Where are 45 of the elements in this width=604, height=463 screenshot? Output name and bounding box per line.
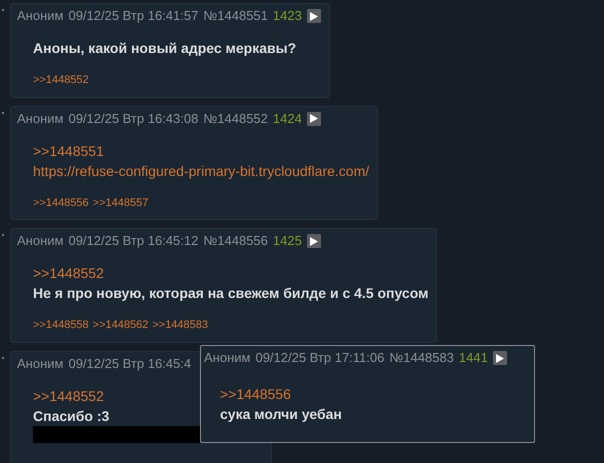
post-date: 09/12/25 Втр 16:45:12 — [68, 232, 198, 250]
post-text: Не я про новую, которая на свежем билде и с 4.5 опусом — [33, 284, 428, 303]
post-date: 09/12/25 Втр 17:11:06 — [255, 349, 384, 367]
backlink[interactable]: >>1448558 — [33, 317, 89, 334]
post-menu-button[interactable] — [306, 234, 321, 248]
post-menu-button[interactable] — [306, 112, 321, 126]
backlink[interactable]: >>1448562 — [92, 317, 148, 334]
post-date: 09/12/25 Втр 16:43:08 — [68, 110, 198, 128]
post-date: 09/12/25 Втр 16:45:4 — [68, 354, 192, 373]
poster-name: Аноним — [17, 232, 64, 250]
post-text: Аноны, какой новый адрес меркавы? — [33, 39, 296, 58]
url-link[interactable]: https://refuse-configured-primary-bit.trycloudflare.com/ — [33, 160, 370, 180]
post-count: 1425 — [272, 232, 302, 250]
post-number[interactable]: №1448583 — [389, 348, 454, 368]
poster-name: Аноним — [204, 349, 250, 367]
play-icon — [310, 114, 318, 123]
reply-link[interactable]: >>1448552 — [33, 386, 104, 406]
poster-name: Аноним — [17, 110, 64, 128]
post-marker — [2, 356, 4, 358]
play-icon — [496, 354, 504, 362]
post-marker — [2, 112, 4, 114]
post-number[interactable]: №1448552 — [203, 108, 268, 128]
post-text: сука молчи уебан — [220, 405, 342, 424]
poster-name: Аноним — [17, 354, 64, 372]
post-number[interactable]: №1448556 — [203, 231, 268, 251]
backlink[interactable]: >>1448552 — [33, 72, 89, 88]
backlink[interactable]: >>1448556 — [33, 194, 89, 211]
post-marker — [2, 9, 4, 11]
backlink[interactable]: >>1448557 — [92, 194, 148, 211]
post-number[interactable]: №1448551 — [203, 6, 268, 26]
post-date: 09/12/25 Втр 16:41:57 — [68, 7, 198, 25]
post-menu-button[interactable] — [306, 9, 321, 23]
reply-link[interactable]: >>1448551 — [33, 140, 104, 160]
post-count: 1423 — [272, 7, 302, 25]
backlink[interactable]: >>1448583 — [152, 317, 208, 334]
post-text: Спасибо :3 — [33, 406, 110, 426]
post-menu-button[interactable] — [492, 351, 507, 365]
play-icon — [310, 12, 318, 20]
reply-link[interactable]: >>1448552 — [33, 263, 104, 283]
post-count: 1441 — [458, 349, 488, 367]
post-marker — [2, 234, 4, 236]
poster-name: Аноним — [17, 7, 64, 25]
post-count: 1424 — [272, 110, 302, 128]
reply-link[interactable]: >>1448556 — [220, 384, 291, 404]
play-icon — [310, 236, 318, 246]
